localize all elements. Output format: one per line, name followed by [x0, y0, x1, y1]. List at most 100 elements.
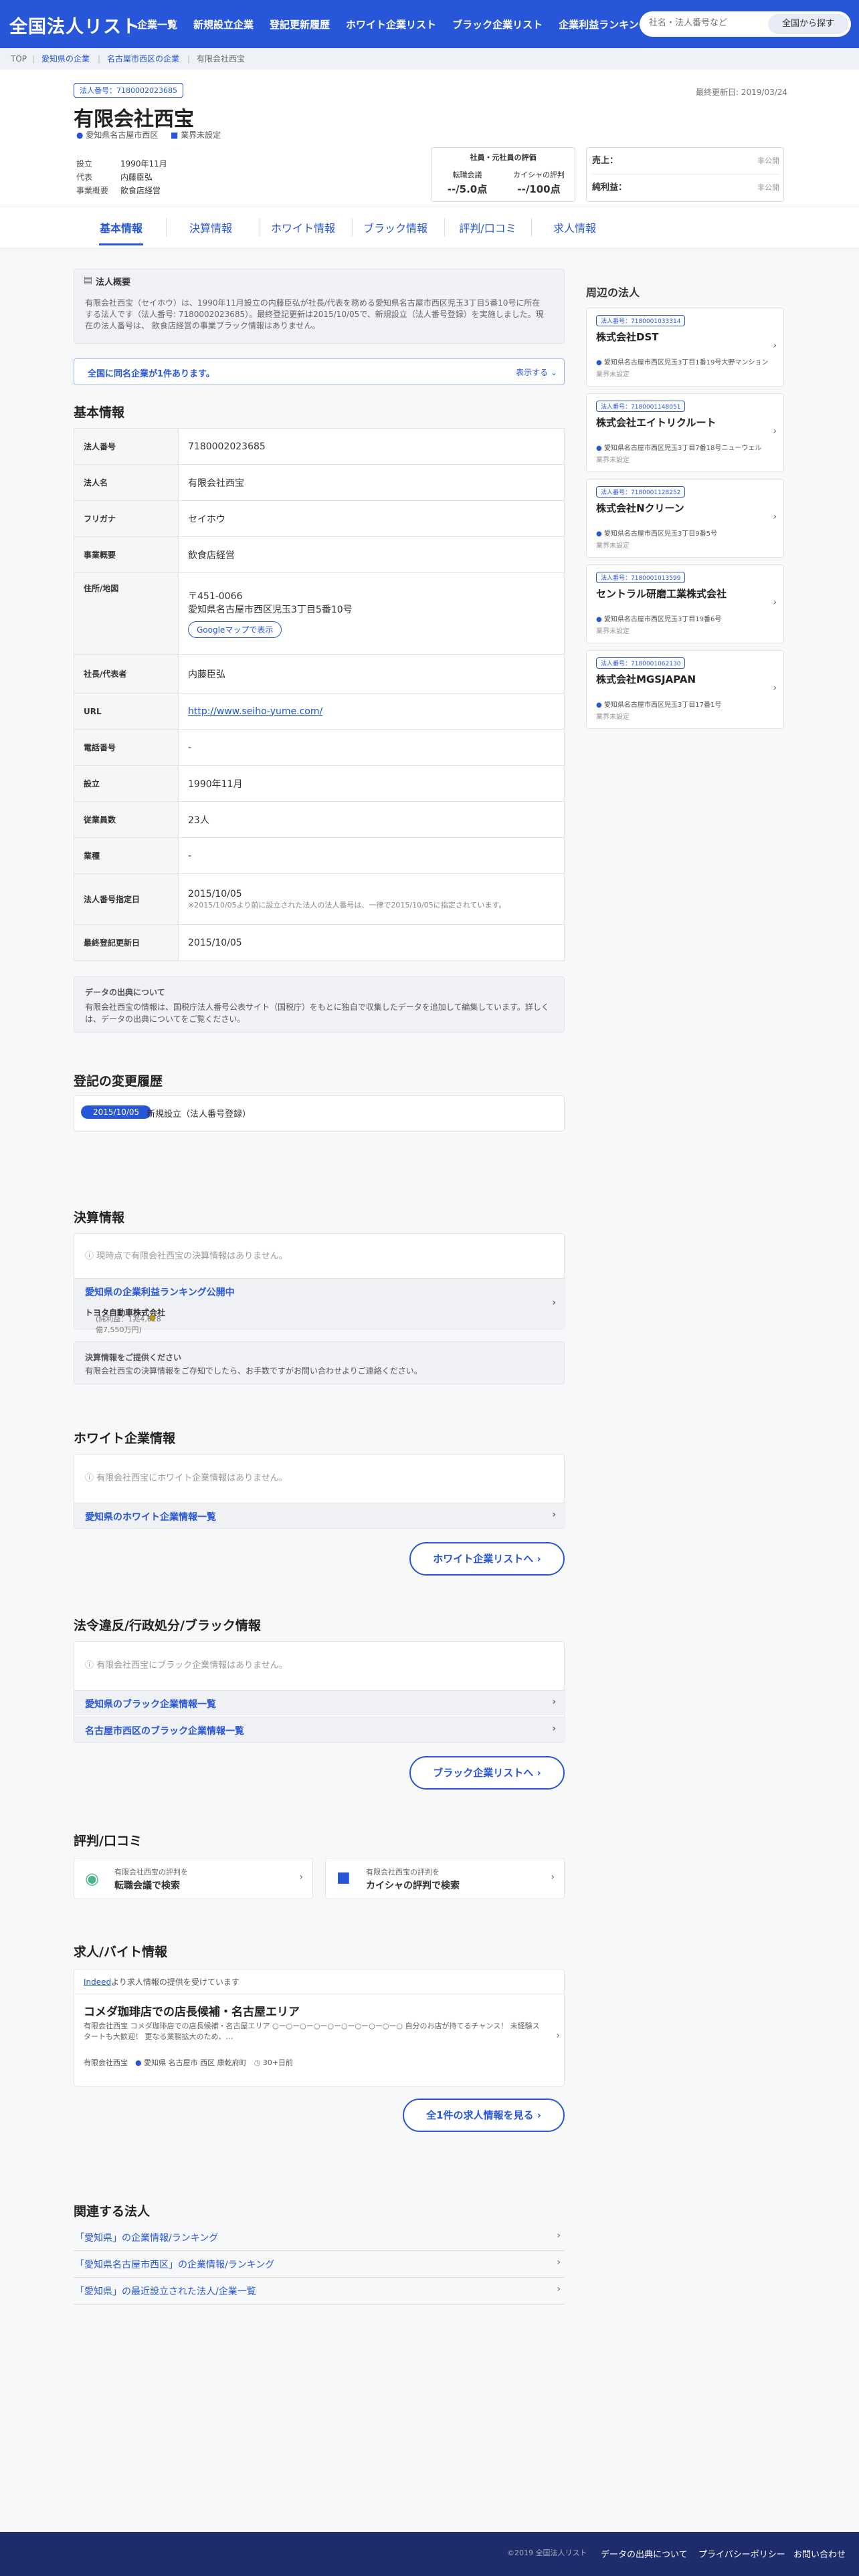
founded-label: 設立 — [76, 159, 93, 169]
nearby-address-text: 愛知県名古屋市西区児玉3丁目19番6号 — [603, 616, 722, 623]
nearby-card[interactable]: 法人番号：7180001013599 セントラル研磨工業株式会社 ● 愛知県名古屋市… — [586, 564, 784, 643]
row-representative: 社長/代表者 内藤臣弘 — [74, 654, 565, 693]
nav-white[interactable]: ホワイト企業リスト — [346, 19, 436, 31]
related-link-pref[interactable]: 「愛知県」の企業情報/ランキング › — [74, 2224, 565, 2251]
indeed-link[interactable]: Indeed — [84, 1977, 111, 1987]
crumb-current: 有限会社西宝 — [197, 54, 246, 64]
footer-link-contact[interactable]: お問い合わせ — [793, 2547, 846, 2560]
pin-icon: ● — [596, 359, 602, 366]
cell-value: 有限会社西宝 — [178, 464, 565, 501]
black-empty-text: 有限会社西宝にブラック企業情報はありません。 — [96, 1660, 288, 1671]
evaluation-title: 社員・元社員の評価 — [470, 153, 537, 162]
row-corp-name: 法人名 有限会社西宝 — [74, 464, 565, 501]
nearby-card[interactable]: 法人番号：7180001062130 株式会社MGSJAPAN ● 愛知県名古屋市西… — [586, 650, 784, 729]
rep-label: 代表 — [76, 173, 93, 182]
nav-ranking[interactable]: 企業利益ランキング — [559, 19, 649, 31]
industry: ■ 業界未設定 — [171, 129, 221, 140]
related-link-new[interactable]: 「愛知県」の最近設立された法人/企業一覧 › — [74, 2278, 565, 2304]
pin-icon: ● — [596, 616, 602, 623]
nav-companies[interactable]: 企業一覧 — [137, 19, 177, 31]
white-list-link[interactable]: 愛知県のホワイト企業情報一覧 › — [74, 1503, 565, 1528]
google-map-button[interactable]: Googleマップで表示 — [188, 621, 282, 638]
black-city-link[interactable]: 名古屋市西区のブラック企業情報一覧 › — [74, 1717, 565, 1742]
nearby-address-text: 愛知県名古屋市西区児玉3丁目17番1号 — [603, 702, 722, 709]
section-tabs: 基本情報 決算情報 ホワイト情報 ブラック情報 評判/口コミ 求人情報 — [0, 207, 859, 249]
nearby-card[interactable]: 法人番号：7180001128252 株式会社Nクリーン ● 愛知県名古屋市西区児玉… — [586, 479, 784, 558]
cell-value: 〒451-0066 愛知県名古屋市西区児玉3丁目5番10号 Googleマップで表示 — [178, 572, 565, 655]
finance-box: ⓘ 現時点で有限会社西宝の決算情報はありません。 愛知県の企業利益ランキング公開… — [74, 1233, 565, 1334]
nav-history[interactable]: 登記更新履歴 — [270, 19, 330, 31]
info-icon: ⓘ — [85, 1473, 94, 1483]
cell-label: 最終登記更新日 — [74, 924, 179, 961]
black-pref-link[interactable]: 愛知県のブラック企業情報一覧 › — [74, 1690, 565, 1715]
related-link-city[interactable]: 「愛知県名古屋市西区」の企業情報/ランキング › — [74, 2251, 565, 2278]
tab-white[interactable]: ホワイト情報 — [260, 219, 347, 235]
nearby-corp-no: 法人番号：7180001033314 — [596, 315, 686, 326]
black-empty: ⓘ 有限会社西宝にブラック企業情報はありません。 — [85, 1658, 288, 1671]
tab-jobs[interactable]: 求人情報 — [531, 219, 618, 235]
nav-black[interactable]: ブラック企業リスト — [452, 19, 543, 31]
nearby-industry: 業界未設定 — [596, 457, 630, 464]
crumb-top[interactable]: TOP — [11, 48, 27, 70]
site-logo[interactable]: 全国法人リスト — [9, 12, 140, 38]
tenshoku-value: --/5.0点 — [447, 183, 488, 195]
row-corp-no: 法人番号 7180002023685 — [74, 428, 565, 465]
cell-label: 業種 — [74, 837, 179, 874]
tab-basic[interactable]: 基本情報 — [78, 219, 165, 235]
kaisha-search-card[interactable]: ■ 有限会社西宝の評判を カイシャの評判で検索 › — [325, 1858, 565, 1899]
nearby-address: ● 愛知県名古屋市西区児玉3丁目19番6号 — [596, 613, 770, 623]
black-list-button[interactable]: ブラック企業リストへ › — [409, 1756, 565, 1790]
cell-value: 7180002023685 — [178, 428, 565, 465]
ranking-title: 愛知県の企業利益ランキング公開中 — [85, 1287, 235, 1298]
job-description: 有限会社西宝 コメダ珈琲店での店長候補・名古屋エリア ○ー○ー○ー○ー○ー○ー○… — [84, 2022, 540, 2041]
white-list-button[interactable]: ホワイト企業リストへ › — [409, 1542, 565, 1576]
chevron-right-icon: › — [299, 1872, 303, 1883]
summary-title: 法人概要 — [96, 278, 131, 288]
profit-value: 非公開 — [757, 183, 779, 192]
designated-note: ※2015/10/05より前に設立された法人の法人番号は、一律で2015/10/… — [188, 900, 506, 909]
tenshoku-label: 転職会議 — [452, 171, 482, 179]
chevron-right-icon: › — [552, 1297, 556, 1308]
basic-info-heading: 基本情報 — [74, 405, 125, 420]
nearby-address: ● 愛知県名古屋市西区児玉3丁目17番1号 — [596, 699, 770, 709]
all-jobs-button[interactable]: 全1件の求人情報を見る › — [403, 2099, 565, 2132]
search-button[interactable]: 全国から探す — [768, 14, 848, 34]
cell-label: URL — [74, 693, 179, 730]
indeed-credit: Indeedより求人情報の提供を受けています — [84, 1976, 240, 1988]
job-card[interactable]: コメダ珈琲店での店長候補・名古屋エリア 有限会社西宝 コメダ珈琲店での店長候補・… — [74, 1994, 565, 2087]
job-company: 有限会社西宝 — [84, 2058, 128, 2067]
nearby-corp-no: 法人番号：7180001013599 — [596, 572, 686, 583]
tab-reputation[interactable]: 評判/口コミ — [444, 219, 531, 235]
footer-link-source[interactable]: データの出典について — [601, 2547, 688, 2560]
pin-icon: ● — [596, 530, 602, 538]
related-heading: 関連する法人 — [74, 2204, 151, 2219]
rep-row: 代表 内藤臣弘 — [76, 171, 153, 183]
industry-text: 業界未設定 — [181, 130, 221, 140]
same-name-toggle[interactable]: 表示する ⌄ — [516, 366, 557, 378]
tab-black[interactable]: ブラック情報 — [352, 219, 439, 235]
chevron-right-icon: › — [556, 2030, 560, 2041]
search-input[interactable] — [649, 17, 756, 27]
cell-label: 事業概要 — [74, 536, 179, 573]
nearby-corp-no: 法人番号：7180001128252 — [596, 486, 686, 498]
indeed-credit-text: より求人情報の提供を受けています — [111, 1977, 240, 1987]
chevron-right-icon: › — [773, 597, 777, 608]
white-box: ⓘ 有限会社西宝にホワイト企業情報はありません。 愛知県のホワイト企業情報一覧 › — [74, 1454, 565, 1529]
business-label: 事業概要 — [76, 186, 109, 195]
footer-link-privacy[interactable]: プライバシーポリシー — [698, 2547, 785, 2560]
finance-heading: 決算情報 — [74, 1210, 125, 1225]
nav-new[interactable]: 新規設立企業 — [193, 19, 254, 31]
company-url-link[interactable]: http://www.seiho-yume.com/ — [188, 706, 322, 717]
nearby-card[interactable]: 法人番号：7180001033314 株式会社DST ● 愛知県名古屋市西区児玉3丁… — [586, 308, 784, 387]
nearby-industry: 業界未設定 — [596, 628, 630, 635]
tab-finance[interactable]: 決算情報 — [167, 219, 254, 235]
same-name-notice[interactable]: 全国に同名企業が1件あります。 表示する ⌄ — [74, 358, 565, 385]
company-hero: 法人番号：7180002023685 最終更新日: 2019/03/24 有限会… — [0, 70, 859, 207]
crumb-city[interactable]: 名古屋市西区の企業 — [107, 48, 179, 70]
chevron-right-icon: › — [557, 2230, 561, 2241]
founded-value: 1990年11月 — [120, 159, 167, 169]
tenshoku-search-card[interactable]: ◉ 有限会社西宝の評判を 転職会議で検索 › — [74, 1858, 313, 1899]
crumb-pref[interactable]: 愛知県の企業 — [41, 48, 90, 70]
nearby-card[interactable]: 法人番号：7180001148051 株式会社エイトリクルート ● 愛知県名古屋市西… — [586, 393, 784, 472]
ranking-link[interactable]: 愛知県の企業利益ランキング公開中 ● トヨタ自動車株式会社 (純利益：1兆4,6… — [74, 1278, 565, 1334]
